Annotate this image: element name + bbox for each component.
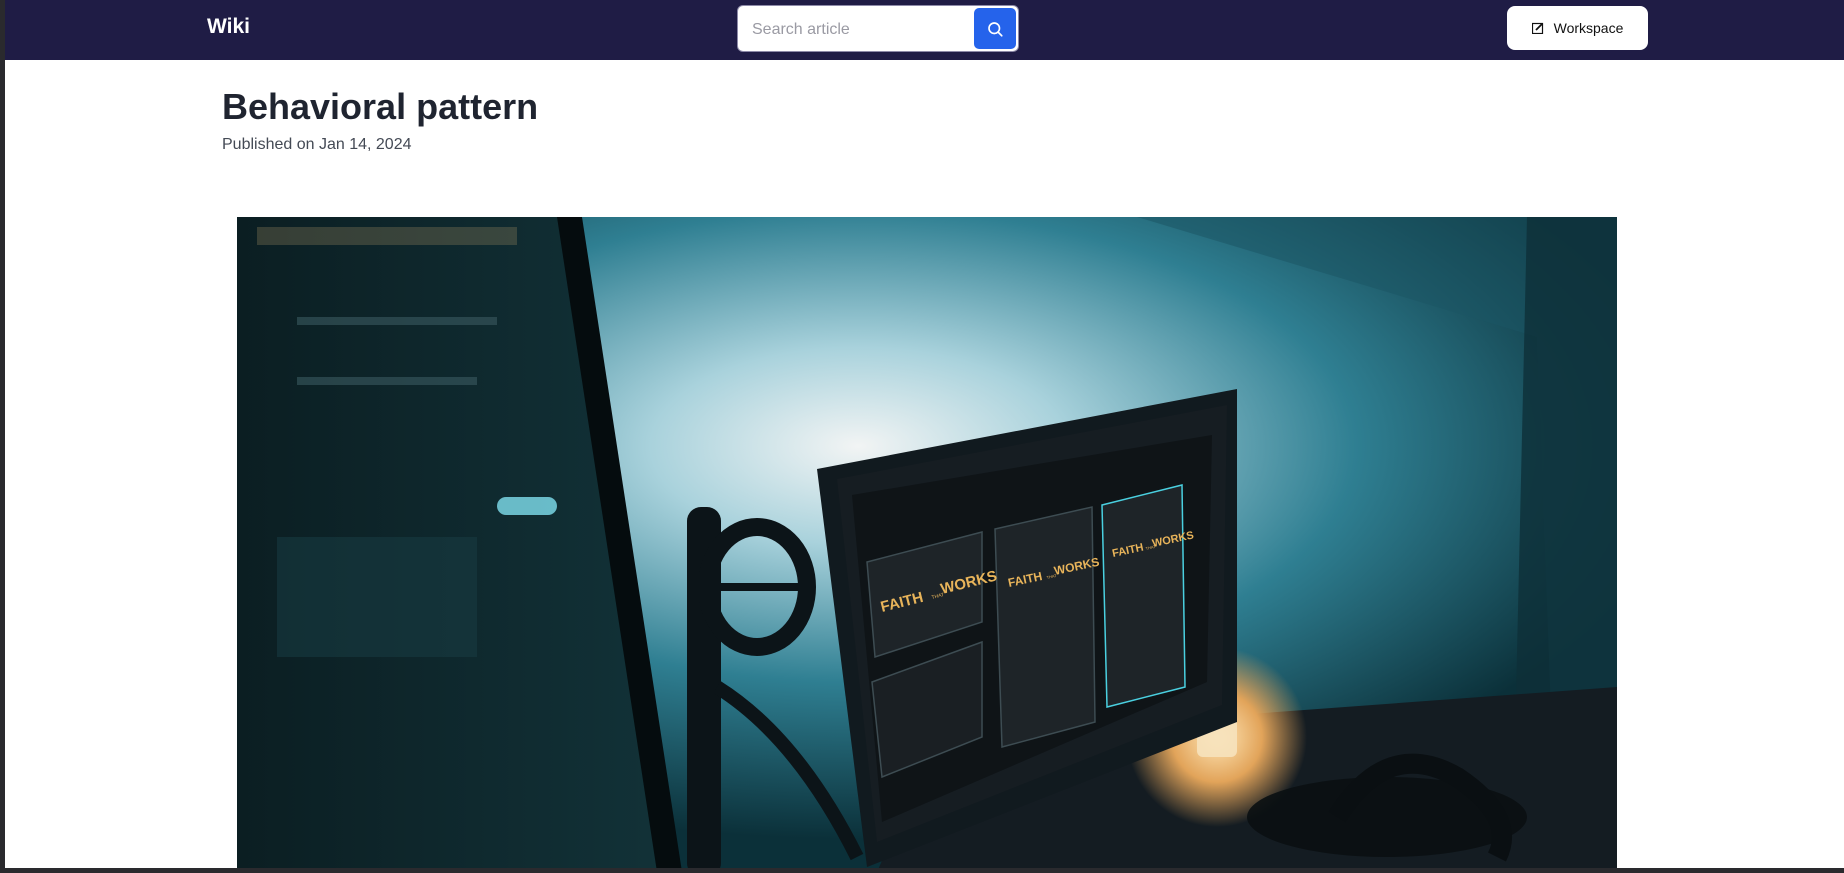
site-logo[interactable]: Wiki [207, 15, 250, 39]
edit-icon [1531, 22, 1543, 34]
search-box [737, 5, 1019, 52]
search-button[interactable] [974, 8, 1016, 49]
browser-viewport: Wiki Workspace Behavioral pattern Publis… [5, 0, 1844, 868]
workspace-button[interactable]: Workspace [1507, 6, 1648, 50]
search-icon [988, 21, 1003, 37]
hero-image: FAITH THAT WORKS FAITH THAT WORKS FAITH … [237, 217, 1617, 868]
search-input[interactable] [750, 15, 974, 45]
top-navigation-bar: Wiki Workspace [5, 0, 1844, 60]
article-title: Behavioral pattern [222, 86, 539, 127]
workspace-label: Workspace [1553, 20, 1624, 36]
published-date: Published on Jan 14, 2024 [222, 136, 412, 153]
